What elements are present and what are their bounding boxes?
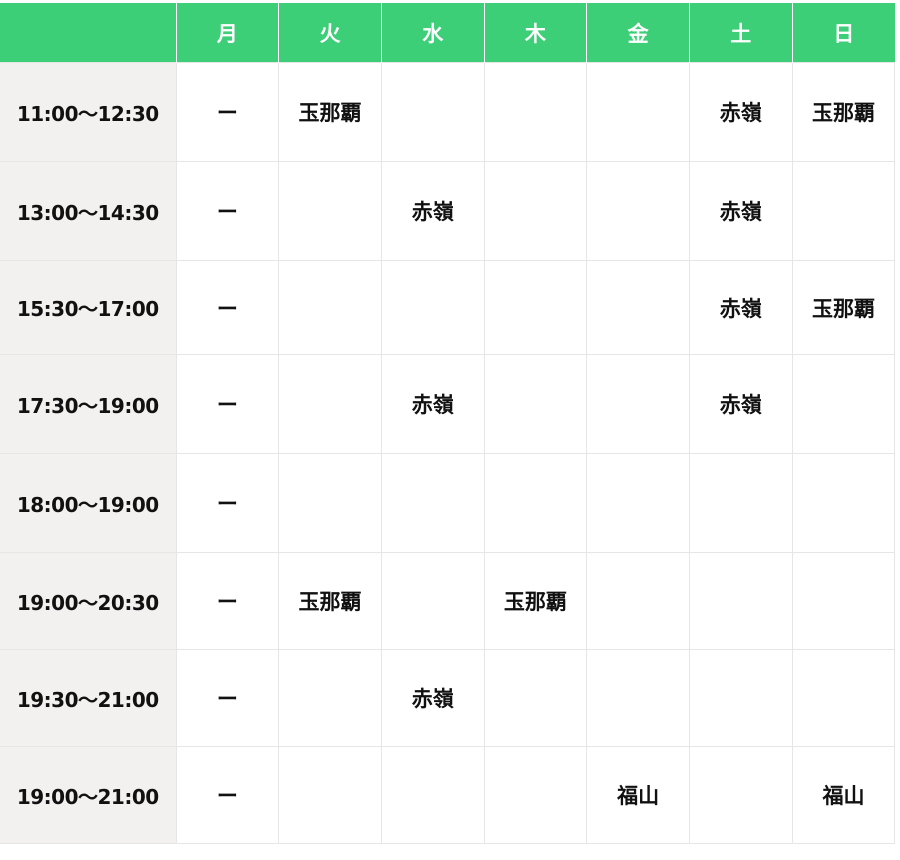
table-row: 18:00〜19:00 ー xyxy=(0,453,896,553)
slot-cell xyxy=(483,746,588,844)
schedule-table: 月 火 水 木 金 土 日 11:00〜12:30 ー 玉那覇 赤嶺 玉那覇 1… xyxy=(0,3,896,844)
slot-cell: 赤嶺 xyxy=(688,161,793,261)
table-row: 17:30〜19:00 ー 赤嶺 赤嶺 xyxy=(0,354,896,454)
slot-cell xyxy=(688,746,793,844)
header-day-sun: 日 xyxy=(792,3,895,63)
slot-cell: 玉那覇 xyxy=(483,552,588,650)
table-row: 15:30〜17:00 ー 赤嶺 玉那覇 xyxy=(0,260,896,355)
slot-cell xyxy=(483,453,588,553)
slot-cell xyxy=(278,354,382,454)
slot-cell xyxy=(688,649,793,747)
time-slot: 11:00〜12:30 xyxy=(0,62,177,162)
header-corner xyxy=(0,3,177,63)
slot-cell xyxy=(278,746,382,844)
time-slot: 19:30〜21:00 xyxy=(0,649,177,747)
slot-cell: 赤嶺 xyxy=(688,354,793,454)
slot-cell: 赤嶺 xyxy=(380,649,485,747)
header-row: 月 火 水 木 金 土 日 xyxy=(0,3,895,63)
slot-cell: 玉那覇 xyxy=(791,62,896,162)
slot-cell xyxy=(586,260,690,355)
slot-cell xyxy=(278,453,382,553)
slot-cell: 赤嶺 xyxy=(688,260,793,355)
slot-cell xyxy=(483,354,588,454)
slot-cell xyxy=(483,62,588,162)
slot-cell xyxy=(791,354,896,454)
table-row: 19:00〜20:30 ー 玉那覇 玉那覇 xyxy=(0,552,896,650)
header-day-wed: 水 xyxy=(381,3,485,63)
table-row: 11:00〜12:30 ー 玉那覇 赤嶺 玉那覇 xyxy=(0,62,896,162)
slot-cell: ー xyxy=(175,354,280,454)
header-day-fri: 金 xyxy=(586,3,690,63)
slot-cell: 赤嶺 xyxy=(380,354,485,454)
slot-cell xyxy=(791,161,896,261)
slot-cell xyxy=(586,649,690,747)
table-row: 19:00〜21:00 ー 福山 福山 xyxy=(0,746,896,844)
slot-cell: ー xyxy=(175,649,280,747)
time-slot: 13:00〜14:30 xyxy=(0,161,177,261)
time-slot: 15:30〜17:00 xyxy=(0,260,177,355)
slot-cell xyxy=(278,260,382,355)
time-slot: 17:30〜19:00 xyxy=(0,354,177,454)
slot-cell: 玉那覇 xyxy=(278,62,382,162)
header-day-sat: 土 xyxy=(689,3,793,63)
slot-cell xyxy=(791,649,896,747)
slot-cell: 玉那覇 xyxy=(278,552,382,650)
slot-cell: ー xyxy=(175,453,280,553)
header-day-thu: 木 xyxy=(484,3,588,63)
slot-cell xyxy=(380,552,485,650)
slot-cell xyxy=(586,552,690,650)
header-day-mon: 月 xyxy=(176,3,280,63)
slot-cell: ー xyxy=(175,552,280,650)
slot-cell: 福山 xyxy=(791,746,896,844)
time-slot: 19:00〜21:00 xyxy=(0,746,177,844)
slot-cell xyxy=(278,649,382,747)
slot-cell xyxy=(483,161,588,261)
header-day-tue: 火 xyxy=(278,3,382,63)
slot-cell: 赤嶺 xyxy=(380,161,485,261)
slot-cell xyxy=(688,552,793,650)
slot-cell: 玉那覇 xyxy=(791,260,896,355)
slot-cell: 福山 xyxy=(586,746,690,844)
table-row: 19:30〜21:00 ー 赤嶺 xyxy=(0,649,896,747)
slot-cell xyxy=(586,62,690,162)
slot-cell: ー xyxy=(175,746,280,844)
schedule-body: 11:00〜12:30 ー 玉那覇 赤嶺 玉那覇 13:00〜14:30 ー 赤… xyxy=(0,62,896,844)
time-slot: 18:00〜19:00 xyxy=(0,453,177,553)
table-row: 13:00〜14:30 ー 赤嶺 赤嶺 xyxy=(0,161,896,261)
time-slot: 19:00〜20:30 xyxy=(0,552,177,650)
slot-cell xyxy=(483,649,588,747)
slot-cell xyxy=(278,161,382,261)
slot-cell: ー xyxy=(175,260,280,355)
schedule-header: 月 火 水 木 金 土 日 xyxy=(0,3,895,63)
slot-cell: ー xyxy=(175,62,280,162)
slot-cell xyxy=(380,453,485,553)
slot-cell xyxy=(586,161,690,261)
slot-cell xyxy=(380,62,485,162)
slot-cell: 赤嶺 xyxy=(688,62,793,162)
slot-cell xyxy=(586,453,690,553)
slot-cell xyxy=(688,453,793,553)
slot-cell xyxy=(483,260,588,355)
slot-cell xyxy=(380,260,485,355)
slot-cell: ー xyxy=(175,161,280,261)
slot-cell xyxy=(791,453,896,553)
slot-cell xyxy=(380,746,485,844)
slot-cell xyxy=(586,354,690,454)
slot-cell xyxy=(791,552,896,650)
